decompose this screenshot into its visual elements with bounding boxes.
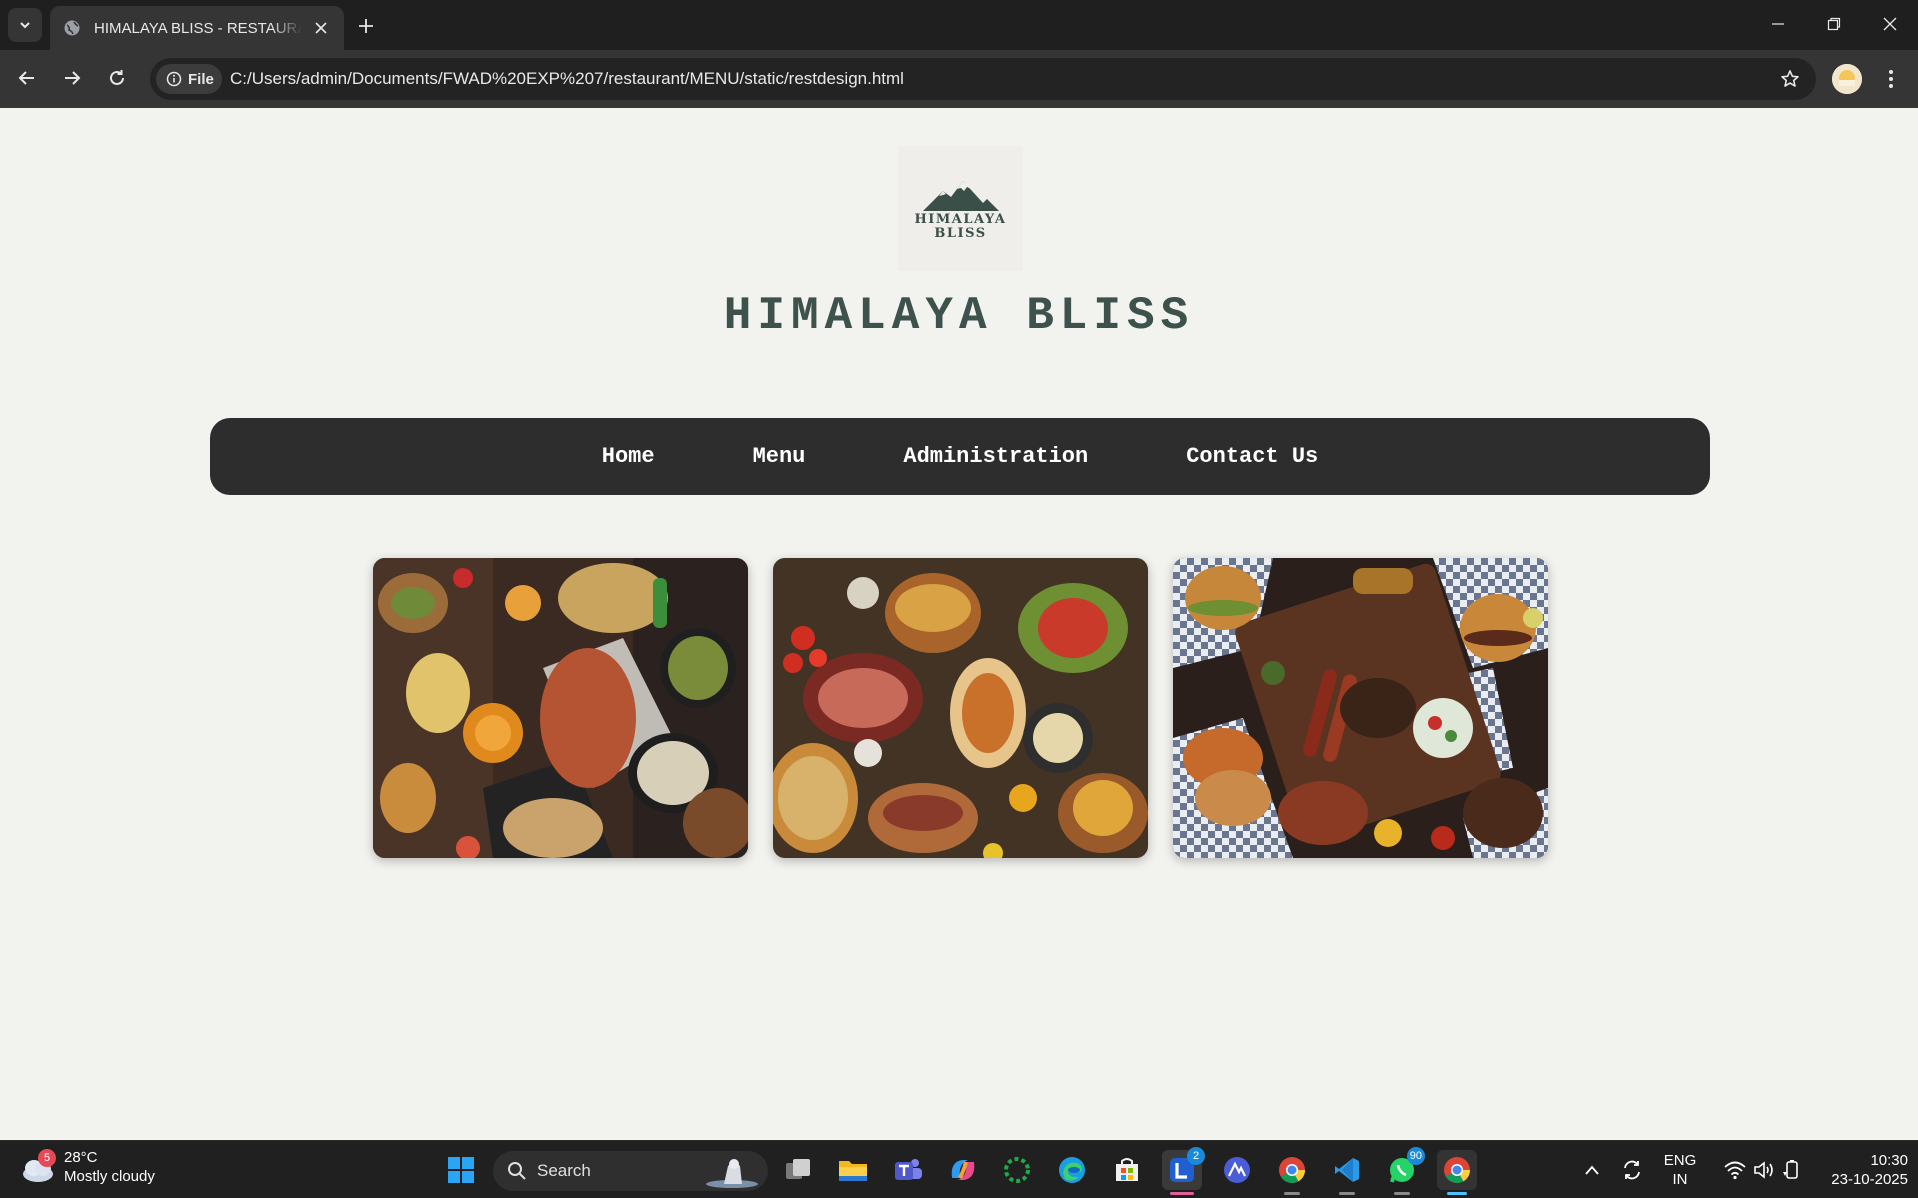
- running-indicator: [1339, 1192, 1355, 1195]
- search-label: Search: [537, 1161, 591, 1180]
- active-tab[interactable]: HIMALAYA BLISS - RESTAURANT: [50, 6, 344, 50]
- vpn-app-icon[interactable]: [1217, 1150, 1257, 1190]
- clock[interactable]: 10:30 23-10-2025: [1812, 1151, 1908, 1189]
- arrow-left-icon: [18, 71, 34, 85]
- info-icon: [166, 71, 182, 87]
- tray-overflow-chevron-icon[interactable]: [1572, 1150, 1612, 1190]
- url-text[interactable]: C:/Users/admin/Documents/FWAD%20EXP%207/…: [230, 69, 904, 89]
- chrome-icon[interactable]: [1272, 1150, 1312, 1195]
- teams-icon[interactable]: [888, 1150, 928, 1190]
- logo-text-line2: BLISS: [934, 225, 987, 241]
- weather-widget[interactable]: 5 28°C Mostly cloudy: [20, 1149, 155, 1187]
- close-window-button[interactable]: [1862, 0, 1918, 48]
- close-icon: [1883, 17, 1897, 31]
- avatar-icon: [1832, 64, 1862, 94]
- weather-temperature: 28°C: [64, 1149, 98, 1166]
- file-explorer-icon[interactable]: [833, 1150, 873, 1190]
- mountain-icon: [922, 180, 999, 211]
- browser-toolbar: File C:/Users/admin/Documents/FWAD%20EXP…: [0, 50, 1918, 108]
- active-indicator: [1170, 1192, 1194, 1195]
- tab-title: HIMALAYA BLISS - RESTAURANT: [94, 19, 302, 37]
- profile-avatar[interactable]: [1832, 64, 1862, 94]
- search-icon: [508, 1162, 526, 1180]
- battery-icon: [1783, 1160, 1798, 1179]
- logo-text-line1: HIMALAYA: [914, 211, 1007, 227]
- nav-menu-link[interactable]: Menu: [704, 444, 855, 469]
- nav-administration-link[interactable]: Administration: [854, 444, 1137, 469]
- language-code: ENG: [1663, 1152, 1697, 1169]
- close-tab-icon[interactable]: [310, 17, 332, 39]
- arrow-right-icon: [65, 71, 81, 85]
- new-tab-button[interactable]: [352, 12, 380, 40]
- reload-icon: [110, 70, 124, 85]
- search-highlight-icon: [706, 1159, 758, 1188]
- region-code: IN: [1672, 1171, 1688, 1188]
- globe-icon: [62, 18, 82, 38]
- system-status-group[interactable]: [1714, 1150, 1812, 1190]
- food-photo-2: [773, 558, 1148, 858]
- wifi-icon: [1724, 1161, 1746, 1180]
- more-vertical-icon: [1889, 70, 1893, 88]
- nav-home-link[interactable]: Home: [553, 444, 704, 469]
- nav-contact-link[interactable]: Contact Us: [1137, 444, 1367, 469]
- language-indicator[interactable]: ENG IN: [1660, 1151, 1700, 1189]
- weather-description: Mostly cloudy: [64, 1168, 155, 1185]
- main-nav: Home Menu Administration Contact Us: [210, 418, 1710, 495]
- clock-time: 10:30: [1870, 1152, 1908, 1169]
- minimize-button[interactable]: [1750, 0, 1806, 48]
- weather-alert-badge: 5: [38, 1149, 56, 1167]
- restore-icon: [1827, 17, 1841, 31]
- lens-app-icon[interactable]: 2: [1162, 1147, 1205, 1195]
- microsoft-store-icon[interactable]: [1107, 1150, 1147, 1190]
- plus-icon: [359, 19, 373, 33]
- progress-app-icon[interactable]: [997, 1150, 1037, 1190]
- windows-taskbar: 5 28°C Mostly cloudy Search 2 90 ENG IN …: [0, 1140, 1918, 1198]
- task-view-icon[interactable]: [778, 1150, 818, 1190]
- restaurant-logo: HIMALAYA BLISS: [898, 146, 1023, 271]
- windows-logo-icon: [448, 1157, 474, 1183]
- edge-browser-icon[interactable]: [1052, 1150, 1092, 1190]
- chevron-down-icon: [20, 22, 30, 29]
- back-button[interactable]: [9, 60, 45, 96]
- forward-button[interactable]: [54, 60, 90, 96]
- site-info-chip[interactable]: File: [156, 64, 222, 94]
- copilot-icon[interactable]: [943, 1150, 983, 1190]
- lens-notification-badge: 2: [1187, 1147, 1205, 1165]
- chrome-active-icon[interactable]: [1437, 1150, 1477, 1195]
- food-photo-1: [373, 558, 748, 858]
- minimize-icon: [1772, 23, 1784, 25]
- web-page: HIMALAYA BLISS HIMALAYA BLISS Home Menu …: [0, 108, 1918, 1140]
- active-indicator: [1447, 1192, 1467, 1195]
- browser-tab-strip: HIMALAYA BLISS - RESTAURANT: [0, 0, 1918, 50]
- start-button[interactable]: [441, 1150, 481, 1190]
- food-photo-3: [1173, 558, 1548, 858]
- restore-button[interactable]: [1806, 0, 1862, 48]
- whatsapp-icon[interactable]: 90: [1382, 1147, 1425, 1195]
- running-indicator: [1284, 1192, 1300, 1195]
- page-title: HIMALAYA BLISS: [723, 290, 1195, 342]
- browser-menu-button[interactable]: [1876, 64, 1906, 94]
- food-gallery: [373, 558, 1548, 858]
- reload-button[interactable]: [99, 60, 135, 96]
- volume-icon: [1754, 1161, 1773, 1179]
- whatsapp-notification-badge: 90: [1406, 1147, 1425, 1165]
- taskbar-search[interactable]: Search: [493, 1151, 768, 1191]
- address-bar[interactable]: File C:/Users/admin/Documents/FWAD%20EXP…: [150, 58, 1816, 100]
- running-indicator: [1394, 1192, 1410, 1195]
- vscode-icon[interactable]: [1327, 1150, 1367, 1195]
- sync-icon[interactable]: [1614, 1150, 1650, 1190]
- bookmark-star-icon[interactable]: [1778, 67, 1802, 91]
- tab-search-button[interactable]: [8, 8, 42, 42]
- clock-date: 23-10-2025: [1831, 1171, 1908, 1188]
- site-chip-label: File: [188, 70, 214, 88]
